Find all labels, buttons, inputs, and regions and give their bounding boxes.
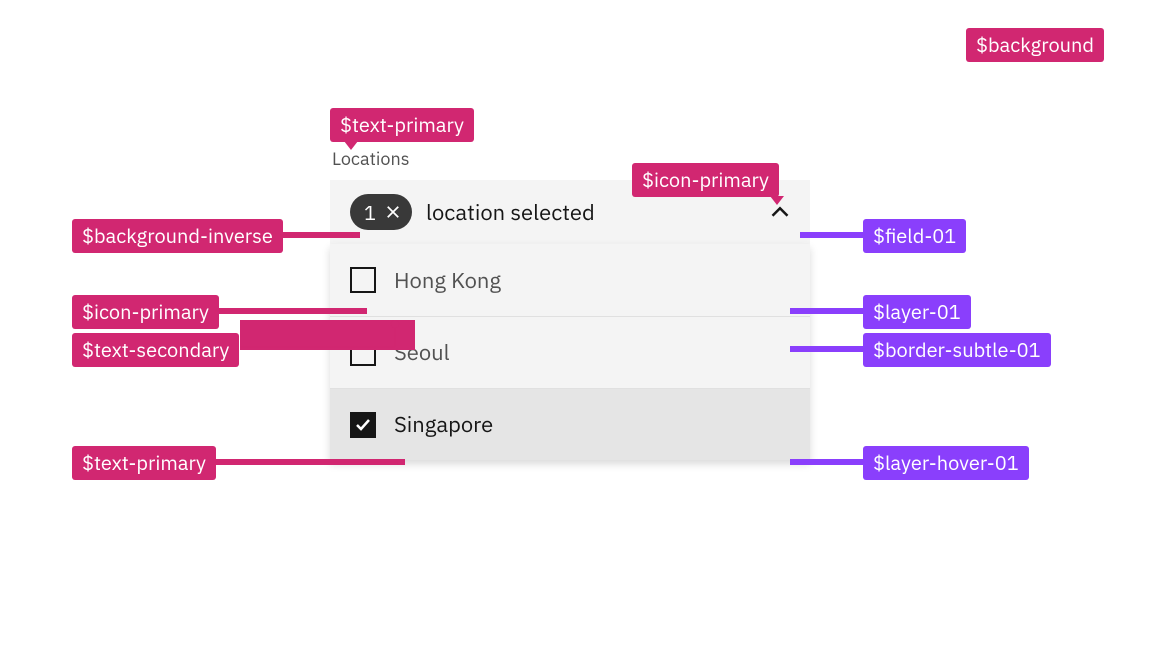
option-singapore[interactable]: Singapore (330, 388, 810, 460)
checkbox-checked-icon[interactable] (350, 412, 376, 438)
options-menu: Hong Kong Seoul Singapore (330, 244, 810, 460)
token-text-primary: $text-primary (330, 108, 474, 142)
selection-tag[interactable]: 1 (350, 194, 412, 230)
clear-selection-icon[interactable] (386, 205, 400, 219)
chevron-up-icon[interactable] (770, 202, 790, 222)
token-field-01: $field-01 (863, 219, 966, 253)
checkbox-icon[interactable] (350, 340, 376, 366)
token-background-inverse: $background-inverse (72, 219, 283, 253)
token-icon-primary: $icon-primary (632, 163, 779, 197)
token-layer-hover-01: $layer-hover-01 (863, 446, 1029, 480)
option-label: Hong Kong (394, 266, 501, 295)
token-text-primary-left: $text-primary (72, 446, 216, 480)
token-border-subtle-01: $border-subtle-01 (863, 333, 1051, 367)
pointer-icon (344, 141, 358, 150)
pointer-icon (770, 196, 784, 205)
field-summary-text: location selected (426, 198, 756, 227)
option-label: Singapore (394, 410, 493, 439)
token-background: $background (966, 28, 1104, 62)
token-icon-primary-left: $icon-primary (72, 295, 219, 329)
checkbox-icon[interactable] (350, 267, 376, 293)
token-layer-01: $layer-01 (863, 295, 971, 329)
option-seoul[interactable]: Seoul (330, 316, 810, 388)
option-label: Seoul (394, 338, 450, 367)
token-text-secondary: $text-secondary (72, 333, 239, 367)
option-hong-kong[interactable]: Hong Kong (330, 244, 810, 316)
selection-count: 1 (364, 199, 376, 226)
